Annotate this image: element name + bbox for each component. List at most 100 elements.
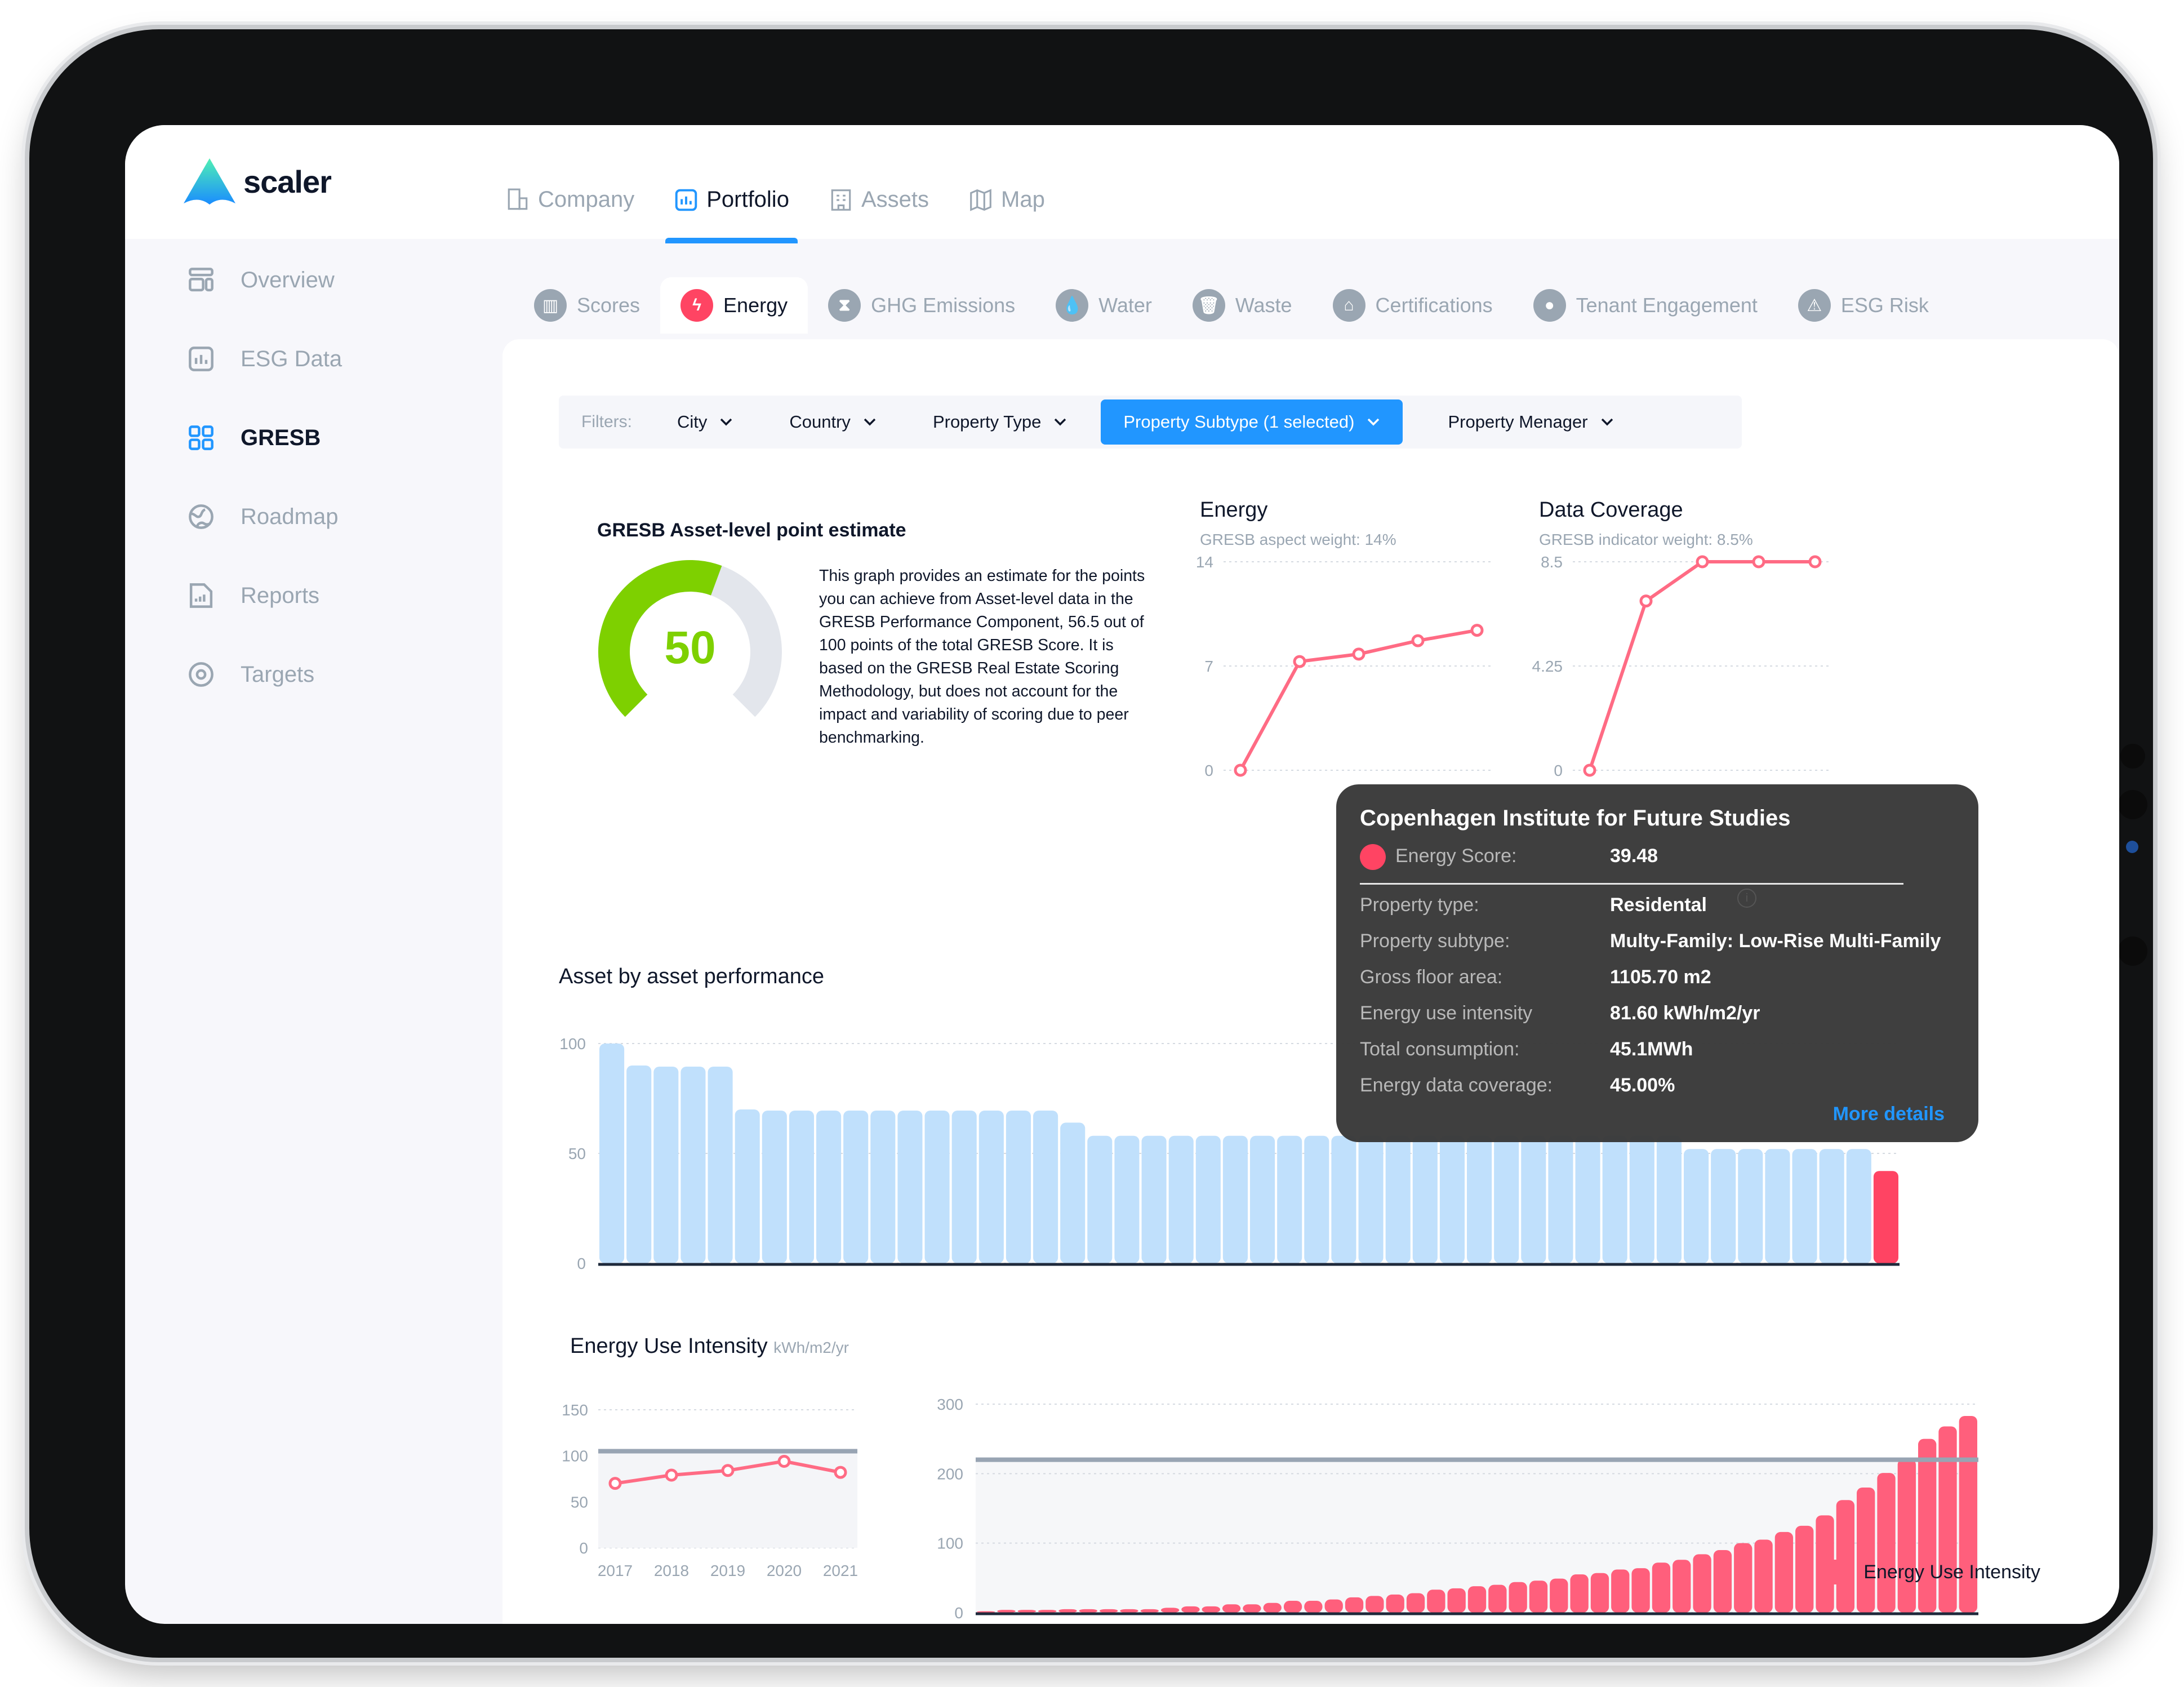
bar[interactable] bbox=[1263, 1602, 1282, 1613]
bar[interactable] bbox=[1938, 1426, 1957, 1613]
tab-energy[interactable]: ϟ Energy bbox=[660, 277, 808, 334]
bar[interactable] bbox=[1060, 1122, 1086, 1263]
filter-country[interactable]: Country bbox=[789, 399, 877, 445]
sidebar-item-esg-data[interactable]: ESG Data bbox=[187, 345, 342, 373]
sidebar-item-targets[interactable]: Targets bbox=[187, 660, 314, 689]
bar[interactable] bbox=[1467, 1135, 1492, 1263]
bar[interactable] bbox=[735, 1109, 760, 1263]
bar[interactable] bbox=[1222, 1604, 1241, 1613]
bar[interactable] bbox=[997, 1610, 1016, 1613]
bar[interactable] bbox=[1494, 1135, 1519, 1263]
bar[interactable] bbox=[1774, 1531, 1794, 1613]
bar[interactable] bbox=[1202, 1606, 1220, 1613]
bar[interactable] bbox=[1243, 1604, 1261, 1613]
data-point[interactable] bbox=[1470, 624, 1484, 637]
bar[interactable] bbox=[1058, 1609, 1077, 1613]
bar[interactable] bbox=[1590, 1573, 1609, 1613]
bar[interactable] bbox=[1631, 1568, 1650, 1613]
bar[interactable] bbox=[1120, 1609, 1138, 1613]
bar[interactable] bbox=[1439, 1135, 1465, 1263]
bar[interactable] bbox=[1819, 1149, 1844, 1263]
bar[interactable] bbox=[653, 1066, 679, 1263]
filter-property-menager[interactable]: Property Menager bbox=[1448, 399, 1613, 445]
bar[interactable] bbox=[1181, 1606, 1200, 1613]
bar[interactable] bbox=[1331, 1135, 1356, 1263]
bar[interactable] bbox=[1734, 1543, 1752, 1613]
bar[interactable] bbox=[1550, 1578, 1568, 1613]
bar[interactable] bbox=[1795, 1525, 1814, 1613]
bar[interactable] bbox=[1857, 1488, 1875, 1613]
bar[interactable] bbox=[1365, 1596, 1384, 1613]
bar[interactable] bbox=[978, 1110, 1004, 1263]
tab-scores[interactable]: ▥ Scores bbox=[514, 277, 660, 334]
sidebar-item-gresb[interactable]: GRESB bbox=[187, 424, 321, 452]
bar[interactable] bbox=[1141, 1135, 1167, 1263]
bar[interactable] bbox=[708, 1066, 733, 1263]
data-point[interactable] bbox=[721, 1464, 735, 1477]
bar[interactable] bbox=[789, 1110, 814, 1263]
bar[interactable] bbox=[1033, 1110, 1058, 1263]
bar[interactable] bbox=[1250, 1135, 1275, 1263]
bar[interactable] bbox=[1611, 1569, 1630, 1613]
bar[interactable] bbox=[1602, 1135, 1627, 1263]
bar[interactable] bbox=[1358, 1135, 1384, 1263]
bar[interactable] bbox=[1713, 1550, 1732, 1613]
sidebar-item-roadmap[interactable]: Roadmap bbox=[187, 503, 338, 531]
bar[interactable] bbox=[1385, 1135, 1411, 1263]
bar[interactable] bbox=[1693, 1554, 1711, 1613]
info-icon[interactable]: i bbox=[1737, 889, 1756, 908]
data-point[interactable] bbox=[1234, 763, 1247, 777]
bar[interactable] bbox=[1114, 1135, 1140, 1263]
bar[interactable] bbox=[1099, 1609, 1118, 1613]
topnav-map[interactable]: Map bbox=[968, 187, 1045, 212]
bar[interactable] bbox=[1038, 1610, 1057, 1613]
data-point[interactable] bbox=[608, 1477, 622, 1490]
data-point[interactable] bbox=[1696, 555, 1709, 569]
bar[interactable] bbox=[680, 1066, 706, 1263]
bar[interactable] bbox=[897, 1110, 923, 1263]
data-point[interactable] bbox=[834, 1466, 847, 1479]
bar[interactable] bbox=[1087, 1135, 1113, 1263]
bar[interactable] bbox=[1345, 1597, 1364, 1613]
bar[interactable] bbox=[1652, 1562, 1671, 1613]
data-point[interactable] bbox=[1808, 555, 1822, 569]
bar[interactable] bbox=[1521, 1135, 1546, 1263]
bar[interactable] bbox=[1006, 1110, 1031, 1263]
bar[interactable] bbox=[1765, 1149, 1790, 1263]
bar[interactable] bbox=[626, 1066, 652, 1263]
topnav-portfolio[interactable]: Portfolio bbox=[665, 187, 798, 243]
topnav-company[interactable]: Company bbox=[505, 187, 634, 212]
bar[interactable] bbox=[1897, 1459, 1916, 1613]
bar[interactable] bbox=[1467, 1586, 1487, 1613]
bar[interactable] bbox=[1754, 1539, 1773, 1613]
bar[interactable] bbox=[1304, 1601, 1323, 1613]
bar[interactable] bbox=[924, 1110, 950, 1263]
data-point[interactable] bbox=[1293, 655, 1306, 668]
filter-city[interactable]: City bbox=[677, 399, 733, 445]
bar[interactable] bbox=[1529, 1581, 1548, 1613]
data-point[interactable] bbox=[777, 1454, 791, 1468]
topnav-assets[interactable]: Assets bbox=[829, 187, 929, 212]
sidebar-item-reports[interactable]: Reports bbox=[187, 581, 319, 610]
bar[interactable] bbox=[1447, 1588, 1466, 1613]
bar[interactable] bbox=[1684, 1149, 1709, 1263]
bar[interactable] bbox=[1079, 1609, 1097, 1613]
bar[interactable] bbox=[1017, 1610, 1036, 1613]
bar[interactable] bbox=[1160, 1608, 1180, 1613]
logo[interactable]: scaler bbox=[181, 156, 332, 207]
filter-property-subtype[interactable]: Property Subtype (1 selected) bbox=[1101, 399, 1403, 445]
highlighted-bar[interactable] bbox=[1873, 1171, 1898, 1263]
bar[interactable] bbox=[599, 1044, 625, 1263]
bar[interactable] bbox=[1195, 1135, 1221, 1263]
bar[interactable] bbox=[843, 1110, 869, 1263]
bar[interactable] bbox=[1918, 1439, 1937, 1613]
bar[interactable] bbox=[1656, 1135, 1682, 1263]
data-point[interactable] bbox=[665, 1468, 678, 1482]
tab-esg-risk[interactable]: ⚠ ESG Risk bbox=[1778, 277, 1949, 334]
bar[interactable] bbox=[1836, 1500, 1855, 1613]
bar[interactable] bbox=[1412, 1135, 1438, 1263]
data-point[interactable] bbox=[1583, 763, 1596, 777]
bar[interactable] bbox=[1877, 1473, 1896, 1613]
bar[interactable] bbox=[951, 1110, 977, 1263]
filter-property-type[interactable]: Property Type bbox=[933, 399, 1067, 445]
